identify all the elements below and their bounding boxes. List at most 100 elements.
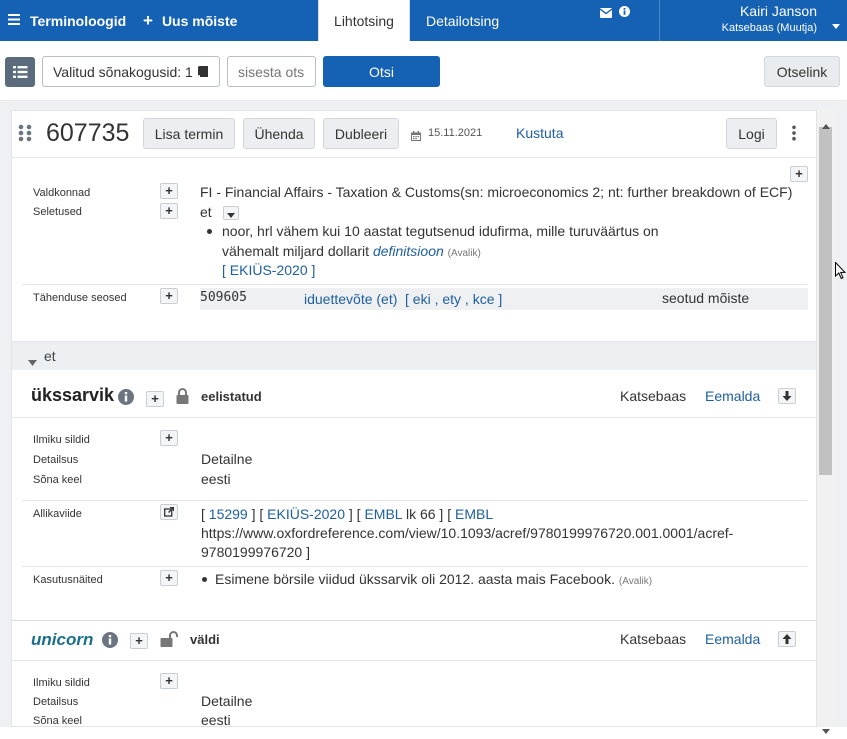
add-concept-item-button[interactable]: +	[790, 166, 808, 182]
external-link-icon	[164, 506, 175, 517]
duplicate-label: Dubleeri	[334, 125, 388, 142]
detail-value: Detailne	[201, 693, 253, 709]
source-ref-link[interactable]: 15299	[209, 506, 248, 522]
usage-public-tag: (Avalik)	[618, 576, 653, 587]
plus-icon: +	[165, 288, 173, 303]
new-concept-button[interactable]: + Uus mõiste	[143, 0, 237, 41]
definition-source-link[interactable]: [ EKIÜS-2020 ]	[222, 262, 315, 278]
move-down-button[interactable]	[778, 388, 796, 404]
tags-label: Ilmiku sildid	[33, 677, 90, 689]
direct-link-label: Otselink	[776, 63, 828, 80]
word-lang-label: Sõna keel	[33, 474, 82, 486]
list-icon	[13, 66, 28, 78]
add-term-item-button[interactable]: +	[146, 391, 164, 407]
app-title: Terminoloogid	[30, 12, 127, 29]
add-definition-button[interactable]: +	[160, 203, 178, 219]
relation-type: seotud mõiste	[662, 290, 750, 306]
definition-public-tag: (Avalik)	[447, 248, 481, 259]
relation-id: 509605	[200, 290, 247, 305]
source-references: [ 15299 ] [ EKIÜS-2020 ] [ EMBL lk 66 ] …	[201, 506, 734, 560]
source-ref-link[interactable]: EKIÜS-2020	[267, 506, 345, 522]
datasets-selector-button[interactable]: Valitud sõnakogusid: 1	[42, 56, 220, 87]
tab-detail-search[interactable]: Detailotsing	[426, 0, 499, 41]
user-name: Kairi Janson	[739, 3, 817, 19]
add-tag-button[interactable]: +	[160, 673, 178, 689]
relation-refs-link[interactable]: [ eki , ety , kce ]	[405, 291, 502, 307]
definition-lang-dropdown[interactable]	[223, 206, 239, 220]
tab-simple-search[interactable]: Lihtotsing	[318, 0, 410, 41]
delete-link[interactable]: Kustuta	[516, 125, 563, 141]
info-icon[interactable]	[102, 632, 118, 653]
source-ref-link[interactable]: EMBL	[364, 506, 402, 522]
app-menu[interactable]: Terminoloogid	[8, 0, 126, 41]
log-button[interactable]: Logi	[726, 118, 777, 149]
search-input[interactable]	[227, 56, 316, 87]
direct-link-button[interactable]: Otselink	[764, 56, 840, 87]
word-lang-label: Sõna keel	[33, 715, 82, 727]
plus-icon: +	[165, 673, 173, 688]
scrollbar-thumb[interactable]	[819, 127, 832, 475]
bullet-icon	[202, 577, 207, 582]
source-url-line2: 9780199976720	[201, 544, 303, 560]
more-vertical-icon[interactable]	[791, 125, 797, 146]
scroll-down-icon[interactable]	[822, 721, 830, 739]
user-menu[interactable]: Kairi Janson Katsebaas (Muutja)	[659, 0, 847, 41]
book-icon	[197, 64, 208, 80]
concept-id: 607735	[46, 119, 130, 147]
top-navbar: Terminoloogid + Uus mõiste Lihtotsing De…	[0, 0, 847, 41]
detail-value: Detailne	[201, 451, 253, 467]
definition-link[interactable]: definitsioon	[373, 243, 444, 259]
scroll-up-icon[interactable]	[822, 116, 830, 134]
duplicate-button[interactable]: Dubleeri	[323, 118, 399, 149]
mail-icon[interactable]	[599, 5, 613, 23]
unlock-icon[interactable]	[160, 631, 178, 652]
term-status: eelistatud	[201, 389, 262, 404]
remove-term-link[interactable]: Eemalda	[705, 631, 760, 647]
term-word[interactable]: unicorn	[31, 630, 93, 650]
usage-example: Esimene börsile viidud ükssarvik oli 201…	[215, 571, 652, 587]
relation-term-link[interactable]: iduettevõte (et)	[304, 291, 397, 307]
info-icon[interactable]	[118, 389, 134, 410]
tags-label: Ilmiku sildid	[33, 434, 90, 446]
term-dataset: Katsebaas	[620, 388, 687, 404]
plus-icon: +	[165, 203, 173, 218]
plus-icon: +	[165, 570, 173, 585]
add-term-item-button[interactable]: +	[130, 633, 148, 649]
move-up-button[interactable]	[778, 631, 796, 647]
lock-icon[interactable]	[176, 388, 189, 409]
join-button[interactable]: Ühenda	[243, 118, 315, 149]
tab-label: Detailotsing	[426, 12, 500, 29]
definitions-label: Seletused	[33, 206, 82, 218]
drag-handle-icon[interactable]	[18, 124, 32, 147]
detail-label: Detailsus	[33, 454, 79, 466]
add-relation-button[interactable]: +	[160, 288, 178, 304]
relations-label: Tähenduse seosed	[33, 292, 127, 304]
definition-text-line2: vähemalt miljard dollarit	[222, 243, 370, 259]
add-term-label: Lisa termin	[154, 125, 224, 142]
remove-term-link[interactable]: Eemalda	[705, 388, 760, 404]
search-button[interactable]: Otsi	[323, 56, 440, 87]
list-view-button[interactable]	[5, 57, 35, 87]
definition-text-line1: noor, hrl vähem kui 10 aastat tegutsenud…	[222, 223, 659, 239]
calendar-icon	[411, 128, 421, 146]
language-section-header[interactable]: et	[12, 341, 816, 370]
source-ref-page: lk 66 ]	[405, 506, 444, 522]
word-lang-value: eesti	[201, 712, 231, 728]
definition-lang: et	[200, 204, 212, 220]
new-concept-label: Uus mõiste	[161, 12, 238, 29]
add-domain-button[interactable]: +	[160, 183, 178, 199]
arrow-up-icon	[782, 634, 792, 644]
add-term-button[interactable]: Lisa termin	[143, 118, 235, 149]
search-toolbar: Valitud sõnakogusid: 1 Otsi Otselink	[0, 41, 847, 101]
join-label: Ühenda	[254, 125, 304, 142]
caret-down-icon	[227, 213, 235, 218]
plus-icon: +	[165, 183, 173, 198]
term-word[interactable]: ükssarvik	[31, 385, 114, 406]
open-source-button[interactable]	[160, 504, 178, 520]
info-icon[interactable]	[619, 4, 630, 22]
add-tag-button[interactable]: +	[160, 430, 178, 446]
plus-icon: +	[151, 391, 159, 406]
usage-label: Kasutusnäited	[33, 574, 103, 586]
source-ref-link[interactable]: EMBL	[455, 506, 493, 522]
add-usage-button[interactable]: +	[160, 570, 178, 586]
